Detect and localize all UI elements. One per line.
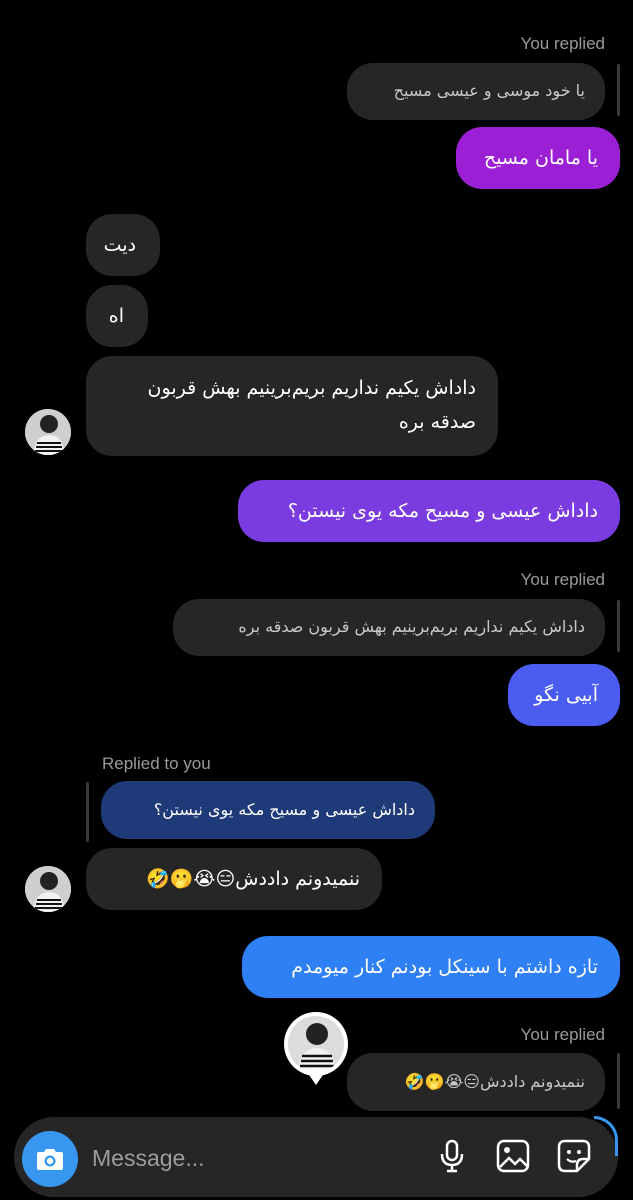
- quoted-message[interactable]: داداش عیسی و مسیح مکه یوی نیستن؟: [101, 781, 435, 839]
- seen-avatar[interactable]: [284, 1012, 348, 1076]
- reply-label: You replied: [520, 570, 605, 589]
- outgoing-message[interactable]: تازه داشتم با سینکل بودنم کنار میومدم: [242, 936, 620, 998]
- quoted-message[interactable]: یا خود موسی و عیسی مسیح: [347, 63, 605, 120]
- incoming-message[interactable]: اه: [86, 285, 148, 347]
- incoming-message[interactable]: ننمیدونم داددش😑😭🫢🤣: [86, 848, 382, 910]
- reply-label: Replied to you: [102, 754, 211, 773]
- quoted-message[interactable]: ننمیدونم داددش😑😭🫢🤣: [347, 1053, 605, 1111]
- reply-label: You replied: [520, 1025, 605, 1044]
- camera-button[interactable]: [22, 1131, 78, 1187]
- sticker-icon: [557, 1139, 591, 1173]
- avatar[interactable]: [25, 409, 71, 455]
- reply-indicator-bar: [617, 64, 620, 116]
- outgoing-message[interactable]: یا مامان مسیح: [456, 127, 620, 189]
- reply-label: You replied: [520, 34, 605, 53]
- reply-indicator-bar: [86, 782, 89, 842]
- seen-pointer: [305, 1069, 327, 1085]
- microphone-icon: [440, 1139, 464, 1173]
- outgoing-message[interactable]: آبیی نگو: [508, 664, 620, 726]
- incoming-message[interactable]: داداش یکیم نداریم بریم‌برینیم بهش قربون …: [86, 356, 498, 456]
- microphone-button[interactable]: [434, 1138, 470, 1174]
- reply-indicator-bar: [617, 600, 620, 652]
- sticker-button[interactable]: [556, 1138, 592, 1174]
- outgoing-message[interactable]: داداش عیسی و مسیح مکه یوی نیستن؟: [238, 480, 620, 542]
- quoted-message[interactable]: داداش یکیم نداریم بریم‌برینیم بهش قربون …: [173, 599, 605, 656]
- message-input[interactable]: [92, 1140, 412, 1176]
- scroll-indicator: [594, 1116, 618, 1156]
- reply-indicator-bar: [617, 1053, 620, 1109]
- avatar-photo: [288, 1016, 344, 1072]
- message-line: داداش یکیم نداریم بریم‌برینیم بهش قربون: [147, 377, 476, 399]
- gallery-icon: [496, 1139, 530, 1173]
- message-line: صدقه بره: [398, 411, 476, 433]
- avatar-photo: [25, 409, 71, 455]
- camera-icon: [37, 1149, 63, 1170]
- avatar-photo: [25, 866, 71, 912]
- incoming-message[interactable]: دیت: [86, 214, 160, 276]
- avatar[interactable]: [25, 866, 71, 912]
- gallery-button[interactable]: [495, 1138, 531, 1174]
